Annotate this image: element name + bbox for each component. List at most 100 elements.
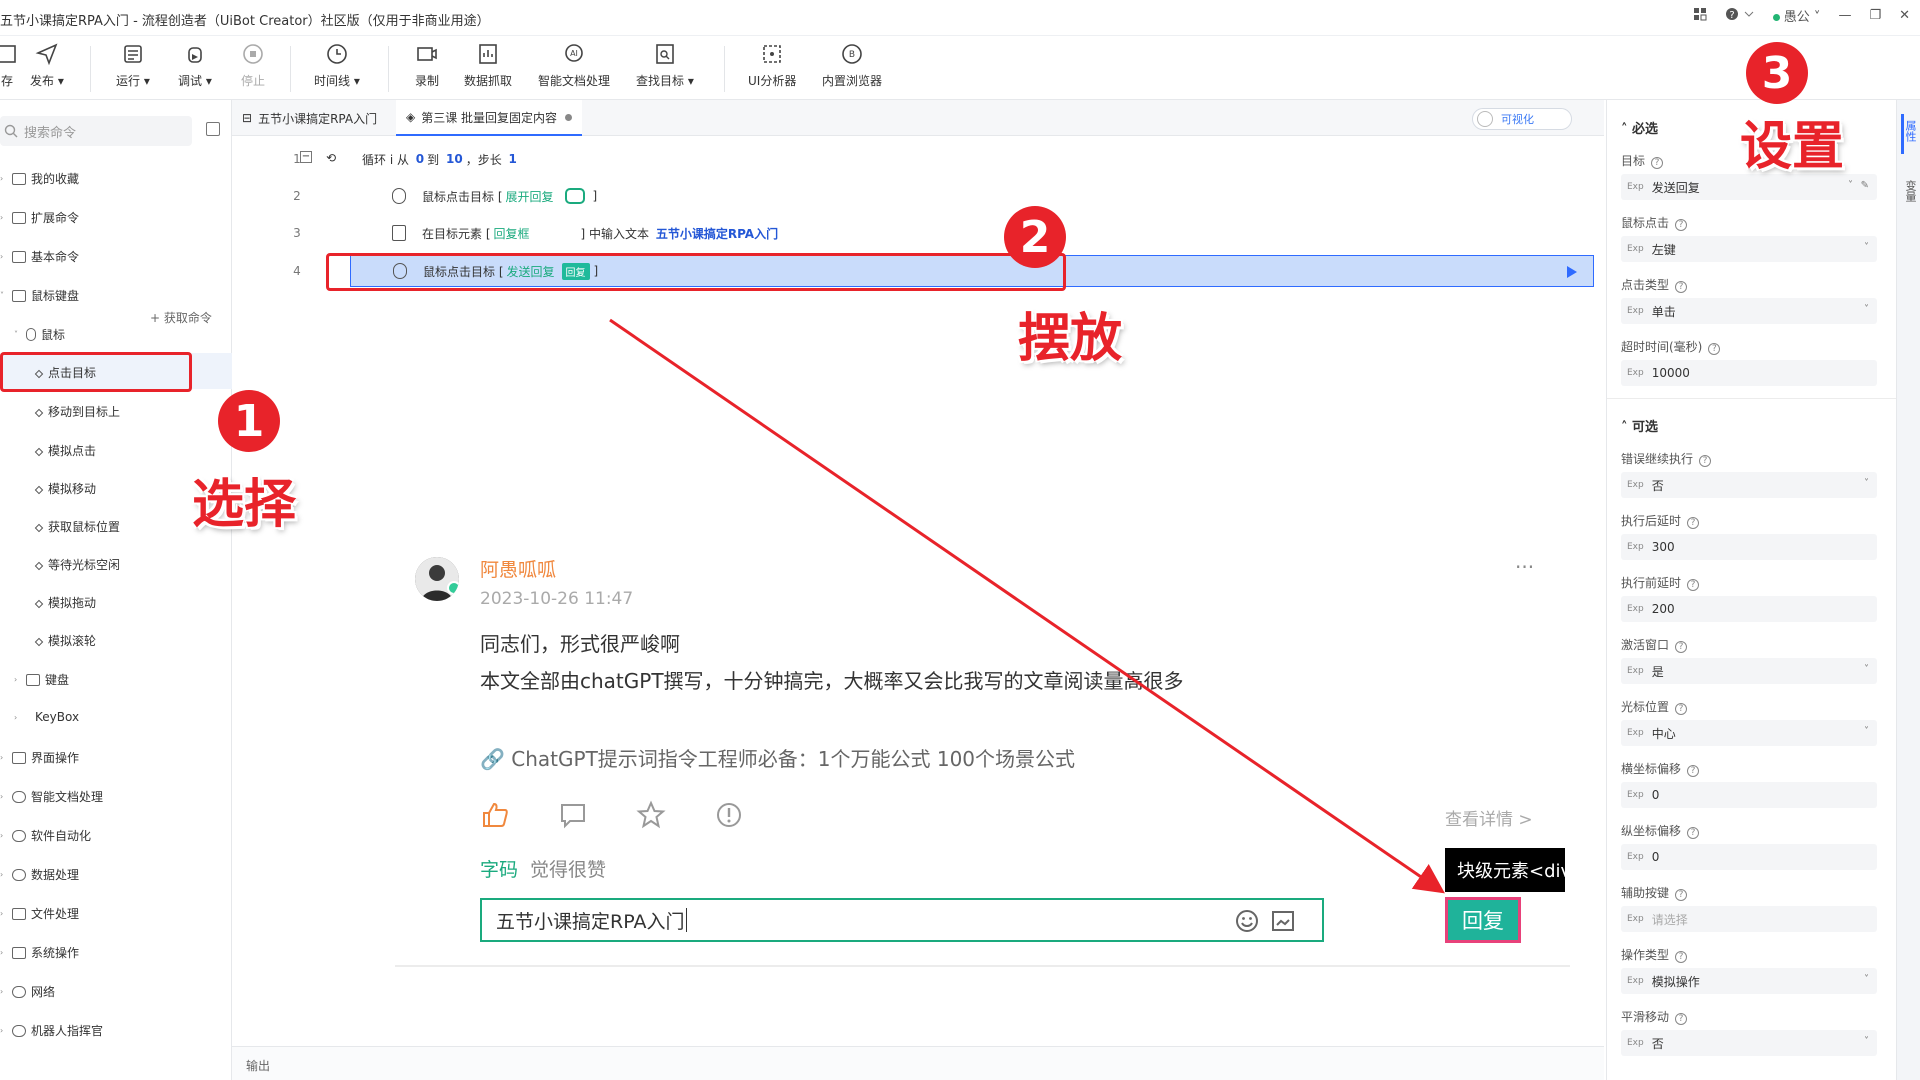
tree-item-smart-doc[interactable]: › 智能文档处理 bbox=[0, 788, 103, 805]
find-target-button[interactable]: 查找目标 ▾ bbox=[636, 42, 694, 89]
command-search-input[interactable]: 搜索命令 bbox=[0, 116, 192, 146]
more-options-icon[interactable]: ··· bbox=[1515, 555, 1534, 579]
prop-label-continue-on-error: 错误继续执行? bbox=[1621, 450, 1712, 467]
prop-x-offset-input[interactable]: Exp 0 bbox=[1621, 782, 1877, 808]
star-icon[interactable] bbox=[636, 800, 666, 830]
window-title: 五节小课搞定RPA入门 - 流程创造者（UiBot Creator）社区版（仅用… bbox=[0, 14, 490, 29]
tree-item-ui-ops[interactable]: › 界面操作 bbox=[0, 749, 79, 766]
command-simulate-move[interactable]: 模拟移动 bbox=[34, 480, 96, 497]
tree-item-basic[interactable]: › 基本命令 bbox=[0, 248, 79, 265]
tree-item-file-processing[interactable]: › 文件处理 bbox=[0, 905, 79, 922]
tree-item-mouse-keyboard[interactable]: ˅ 鼠标键盘 bbox=[0, 287, 79, 304]
prop-cursor-position-select[interactable]: Exp 中心 ˅ bbox=[1621, 720, 1877, 746]
prop-y-offset-input[interactable]: Exp 0 bbox=[1621, 844, 1877, 870]
reply-input[interactable]: 五节小课搞定RPA入门 bbox=[480, 898, 1324, 942]
smart-doc-button[interactable]: AI 智能文档处理 bbox=[538, 42, 610, 89]
command-get-mouse-position[interactable]: 获取鼠标位置 bbox=[34, 518, 120, 535]
save-button[interactable]: 存 bbox=[0, 42, 20, 89]
robot-icon bbox=[12, 1024, 26, 1037]
tree-item-robot-commander[interactable]: › 机器人指挥官 bbox=[0, 1022, 103, 1039]
visual-mode-toggle[interactable]: 可视化 bbox=[1472, 108, 1572, 130]
tree-item-keybox[interactable]: › KeyBox bbox=[14, 710, 79, 724]
help-icon: ? bbox=[1675, 889, 1688, 901]
record-button[interactable]: 录制 bbox=[414, 42, 440, 89]
prop-continue-on-error-select[interactable]: Exp 否 ˅ bbox=[1621, 472, 1877, 498]
code-line-2[interactable]: 2 鼠标点击目标 [展开回复 ] bbox=[232, 178, 1604, 214]
tab-variables[interactable]: 变量 bbox=[1902, 180, 1918, 202]
user-menu[interactable]: 愚公 ˅ bbox=[1772, 6, 1820, 25]
tree-item-network[interactable]: › 网络 bbox=[0, 983, 55, 1000]
required-section-title[interactable]: ˄ 必选 bbox=[1621, 118, 1658, 137]
prop-modifier-key-select[interactable]: Exp 请选择 bbox=[1621, 906, 1877, 932]
tree-item-favorites[interactable]: › 我的收藏 bbox=[0, 170, 79, 187]
built-in-browser-button[interactable]: B 内置浏览器 bbox=[822, 42, 882, 89]
prop-activate-window-select[interactable]: Exp 是 ˅ bbox=[1621, 658, 1877, 684]
tab-project[interactable]: ⊟ 五节小课搞定RPA入门 bbox=[232, 100, 387, 136]
command-simulate-click[interactable]: 模拟点击 bbox=[34, 442, 96, 459]
collapse-all-icon[interactable] bbox=[206, 122, 220, 136]
optional-section-title[interactable]: ˄ 可选 bbox=[1621, 416, 1658, 435]
tree-item-system-ops[interactable]: › 系统操作 bbox=[0, 944, 79, 961]
toolbar-divider bbox=[388, 46, 389, 92]
apps-icon[interactable] bbox=[1693, 7, 1707, 25]
prop-delay-after-input[interactable]: Exp 300 bbox=[1621, 534, 1877, 560]
view-details-link[interactable]: 查看详情 > bbox=[1445, 805, 1533, 830]
tab-properties[interactable]: 属性 bbox=[1902, 120, 1918, 142]
prop-label-timeout: 超时时间(毫秒)? bbox=[1621, 338, 1721, 355]
command-wait-cursor-idle[interactable]: 等待光标空闲 bbox=[34, 556, 120, 573]
command-move-to-target[interactable]: 移动到目标上 bbox=[34, 403, 120, 420]
debug-button[interactable]: 调试 ▾ bbox=[178, 42, 212, 89]
edit-icon[interactable]: ✎ bbox=[1861, 180, 1869, 191]
tree-item-data-processing[interactable]: › 数据处理 bbox=[0, 866, 79, 883]
prop-click-type-select[interactable]: Exp 单击 ˅ bbox=[1621, 298, 1877, 324]
reply-button[interactable]: 回复 bbox=[1445, 897, 1521, 943]
publish-button[interactable]: 发布 ▾ bbox=[30, 42, 64, 89]
help-icon: ? bbox=[1651, 157, 1664, 169]
prop-timeout-input[interactable]: Exp 10000 bbox=[1621, 360, 1877, 386]
chevron-up-icon: ˄ bbox=[1621, 420, 1628, 435]
prop-delay-before-input[interactable]: Exp 200 bbox=[1621, 596, 1877, 622]
prop-operation-type-select[interactable]: Exp 模拟操作 ˅ bbox=[1621, 968, 1877, 994]
run-button[interactable]: 运行 ▾ bbox=[116, 42, 150, 89]
comment-icon[interactable] bbox=[558, 800, 588, 830]
code-line-1[interactable]: 1 − ⟲ 循环 i 从 0到 10 ，步长 1 bbox=[232, 141, 1604, 177]
online-status-icon bbox=[1772, 14, 1780, 21]
like-user-link[interactable]: 字码 bbox=[480, 855, 518, 882]
emoji-icon[interactable] bbox=[1234, 908, 1260, 934]
prop-label-delay-after: 执行后延时? bbox=[1621, 512, 1700, 529]
comment-author[interactable]: 阿愚呱呱 bbox=[480, 555, 556, 582]
close-icon[interactable]: ✕ bbox=[1899, 8, 1910, 23]
restore-icon[interactable]: ❐ bbox=[1869, 8, 1881, 23]
help-icon: ? bbox=[1675, 219, 1688, 231]
command-simulate-drag[interactable]: 模拟拖动 bbox=[34, 594, 96, 611]
tree-item-extensions[interactable]: › 扩展命令 bbox=[0, 209, 79, 226]
folder-icon bbox=[12, 172, 26, 185]
stop-button[interactable]: 停止 bbox=[240, 42, 266, 89]
tree-item-keyboard[interactable]: › 键盘 bbox=[14, 671, 69, 688]
minimize-icon[interactable]: — bbox=[1838, 8, 1851, 23]
command-simulate-wheel[interactable]: 模拟滚轮 bbox=[34, 632, 96, 649]
code-line-3[interactable]: 3 在目标元素 [回复框 ] 中输入文本 五节小课搞定RPA入门 bbox=[232, 215, 1604, 251]
ui-analyzer-button[interactable]: UI分析器 bbox=[748, 42, 796, 89]
window-icon bbox=[12, 751, 26, 764]
tree-item-software-automation[interactable]: › 软件自动化 bbox=[0, 827, 91, 844]
collapse-icon[interactable]: − bbox=[300, 151, 312, 163]
get-command-button[interactable]: + 获取命令 bbox=[150, 309, 212, 326]
data-scrape-button[interactable]: 数据抓取 bbox=[464, 42, 512, 89]
comment-link[interactable]: 🔗 ChatGPT提示词指令工程师必备：1个万能公式 100个场景公式 bbox=[480, 743, 1075, 772]
image-icon[interactable] bbox=[1270, 908, 1296, 934]
prop-smooth-move-select[interactable]: Exp 否 ˅ bbox=[1621, 1030, 1877, 1056]
prop-mouse-click-select[interactable]: Exp 左键 ˅ bbox=[1621, 236, 1877, 262]
report-icon[interactable] bbox=[714, 800, 744, 830]
help-icon[interactable]: ? bbox=[1725, 7, 1755, 25]
svg-text:?: ? bbox=[1729, 10, 1734, 21]
help-icon: ? bbox=[1675, 281, 1688, 293]
timeline-button[interactable]: 时间线 ▾ bbox=[314, 42, 360, 89]
tab-lesson-three[interactable]: ◈ 第三课 批量回复固定内容 bbox=[396, 100, 583, 136]
output-panel[interactable]: 输出 bbox=[232, 1046, 1604, 1080]
comment-time: 2023-10-26 11:47 bbox=[480, 589, 634, 609]
tree-item-mouse[interactable]: ˅ 鼠标 bbox=[14, 326, 65, 343]
annotation-step-1: 1 bbox=[218, 390, 280, 452]
run-line-icon[interactable] bbox=[1567, 266, 1577, 278]
thumbs-up-icon[interactable] bbox=[480, 800, 510, 830]
